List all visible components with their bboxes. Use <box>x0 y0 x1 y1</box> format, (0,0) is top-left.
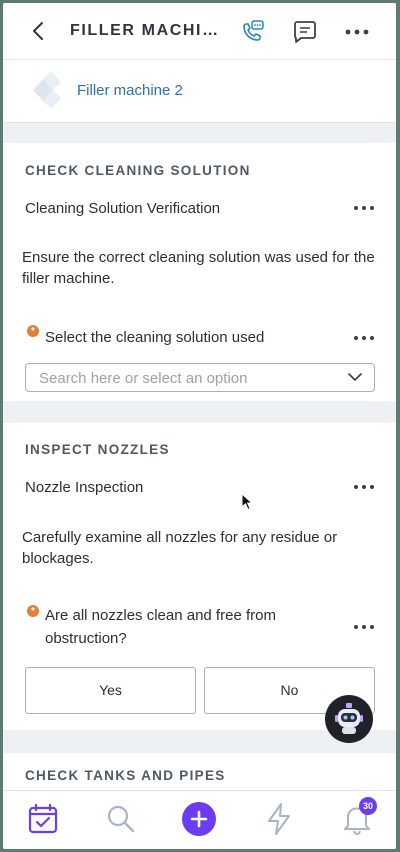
section-check-tanks-and-pipes: CHECK TANKS AND PIPES <box>3 753 396 793</box>
step-title: Cleaning Solution Verification <box>25 200 221 217</box>
yes-button[interactable]: Yes <box>25 667 196 714</box>
question-label: Are all nozzles clean and free from obst… <box>45 607 276 647</box>
section-check-cleaning-solution: CHECK CLEANING SOLUTION Cleaning Solutio… <box>3 143 396 401</box>
required-icon: * <box>27 605 39 617</box>
question-more-icon[interactable] <box>352 330 376 346</box>
bottom-navigation: 30 <box>3 790 396 849</box>
search-icon[interactable] <box>103 801 139 837</box>
robot-icon <box>335 703 363 734</box>
phone-chat-icon[interactable] <box>238 18 266 46</box>
step-more-icon[interactable] <box>352 479 376 495</box>
assistant-bot-button[interactable] <box>325 695 373 743</box>
chevron-down-icon <box>348 373 362 381</box>
select-placeholder: Search here or select an option <box>39 370 248 387</box>
section-title: CHECK CLEANING SOLUTION <box>25 163 251 178</box>
more-icon[interactable] <box>343 18 371 46</box>
asset-header: Filler machine 2 <box>3 60 396 123</box>
section-inspect-nozzles: INSPECT NOZZLES Nozzle Inspection Carefu… <box>3 423 396 730</box>
chat-bubble-icon[interactable] <box>291 18 319 46</box>
notifications-button[interactable]: 30 <box>339 797 377 837</box>
asset-logo-icon <box>33 71 61 109</box>
question-more-icon[interactable] <box>352 619 376 635</box>
step-description: Carefully examine all nozzles for any re… <box>22 529 338 567</box>
step-more-icon[interactable] <box>352 200 376 216</box>
asset-name[interactable]: Filler machine 2 <box>77 82 183 99</box>
page-title: FILLER MACHI... <box>70 22 220 39</box>
top-bar: FILLER MACHI... <box>3 3 396 60</box>
mouse-cursor-icon <box>241 493 253 511</box>
add-icon[interactable] <box>181 801 217 837</box>
bolt-icon[interactable] <box>261 801 297 837</box>
app-screen: FILLER MACHI... Filler machine 2 CHECK C… <box>3 3 396 849</box>
section-title: INSPECT NOZZLES <box>25 442 170 457</box>
required-icon: * <box>27 325 39 337</box>
step-description: Ensure the correct cleaning solution was… <box>22 249 375 287</box>
back-icon[interactable] <box>27 19 51 43</box>
notification-count-badge: 30 <box>359 797 377 815</box>
question-label: Select the cleaning solution used <box>45 329 265 346</box>
section-title: CHECK TANKS AND PIPES <box>25 768 226 783</box>
calendar-icon[interactable] <box>25 801 61 837</box>
step-title: Nozzle Inspection <box>25 479 144 496</box>
cleaning-solution-select[interactable]: Search here or select an option <box>25 363 375 392</box>
